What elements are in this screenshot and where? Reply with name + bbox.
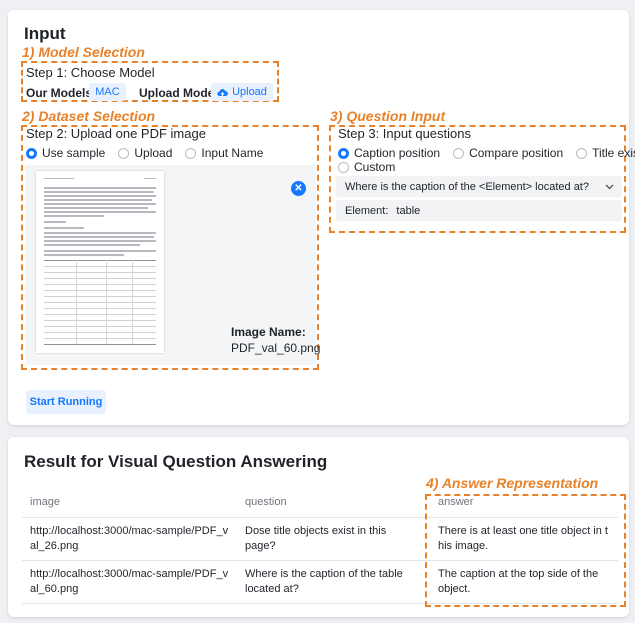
cloud-upload-icon (217, 88, 228, 97)
input-card: Input 1) Model Selection Step 1: Choose … (8, 10, 635, 425)
question-option-caption-position[interactable]: Caption position (338, 146, 440, 160)
image-name-value: PDF_val_60.png (231, 341, 321, 355)
cell-question: Dose title objects exist in this page? (237, 517, 424, 561)
question-radio-group-row1: Caption position Compare position Title … (338, 146, 635, 160)
chevron-down-icon (605, 184, 614, 189)
start-running-button[interactable]: Start Running (26, 390, 106, 414)
upload-model-label: Upload Model: (139, 86, 222, 100)
dataset-option-use-sample[interactable]: Use sample (26, 146, 105, 160)
upload-button-label: Upload (232, 86, 267, 98)
upload-model-button[interactable]: Upload (211, 83, 273, 101)
radio-unselected[interactable] (338, 161, 349, 173)
question-radio-group-row2: Custom (338, 160, 408, 174)
question-template-select[interactable]: Where is the caption of the <Element> lo… (336, 176, 622, 197)
cell-image: http://localhost:3000/mac-sample/PDF_val… (22, 560, 237, 604)
pdf-page-thumbnail (36, 171, 164, 353)
result-card: Result for Visual Question Answering 4) … (8, 437, 629, 617)
dataset-radio-group: Use sample Upload Input Name (26, 146, 276, 160)
question-step-title: Step 3: Input questions (338, 126, 471, 141)
column-header-question: question (237, 487, 424, 518)
radio-unselected[interactable] (576, 147, 588, 159)
dataset-step-title: Step 2: Upload one PDF image (26, 126, 206, 141)
element-value: table (396, 204, 421, 217)
close-icon[interactable]: ✕ (291, 181, 306, 196)
question-option-custom[interactable]: Custom (338, 160, 395, 174)
element-label: Element: (345, 204, 389, 217)
model-step-title: Step 1: Choose Model (26, 65, 155, 80)
radio-unselected[interactable] (453, 147, 465, 159)
cell-image: http://localhost:3000/mac-sample/PDF_val… (22, 517, 237, 561)
cell-question: Where is the caption of the table locate… (237, 560, 424, 604)
radio-selected[interactable] (26, 147, 37, 159)
annotation-dataset-selection: 2) Dataset Selection (22, 108, 156, 124)
annotation-model-selection: 1) Model Selection (22, 44, 145, 60)
question-option-title-exist[interactable]: Title exist (576, 146, 635, 160)
radio-selected[interactable] (338, 147, 349, 159)
image-preview-area: ✕ Image Name: PDF_val_60.png (26, 165, 320, 365)
question-option-compare-position[interactable]: Compare position (453, 146, 563, 160)
selected-question-text: Where is the caption of the <Element> lo… (345, 180, 589, 193)
our-models-label: Our Models: (26, 86, 97, 100)
answer-representation-box (425, 494, 626, 607)
input-title: Input (24, 24, 66, 43)
column-header-image: image (22, 487, 237, 518)
dataset-option-input-name[interactable]: Input Name (185, 146, 263, 160)
dataset-option-upload[interactable]: Upload (118, 146, 172, 160)
image-name-label: Image Name: (231, 325, 306, 339)
model-chip-mac[interactable]: MAC (89, 83, 126, 101)
radio-unselected[interactable] (185, 147, 197, 159)
element-field[interactable]: Element: table (336, 200, 622, 221)
annotation-question-input: 3) Question Input (330, 108, 446, 124)
result-title: Result for Visual Question Answering (24, 452, 328, 471)
radio-unselected[interactable] (118, 147, 130, 159)
